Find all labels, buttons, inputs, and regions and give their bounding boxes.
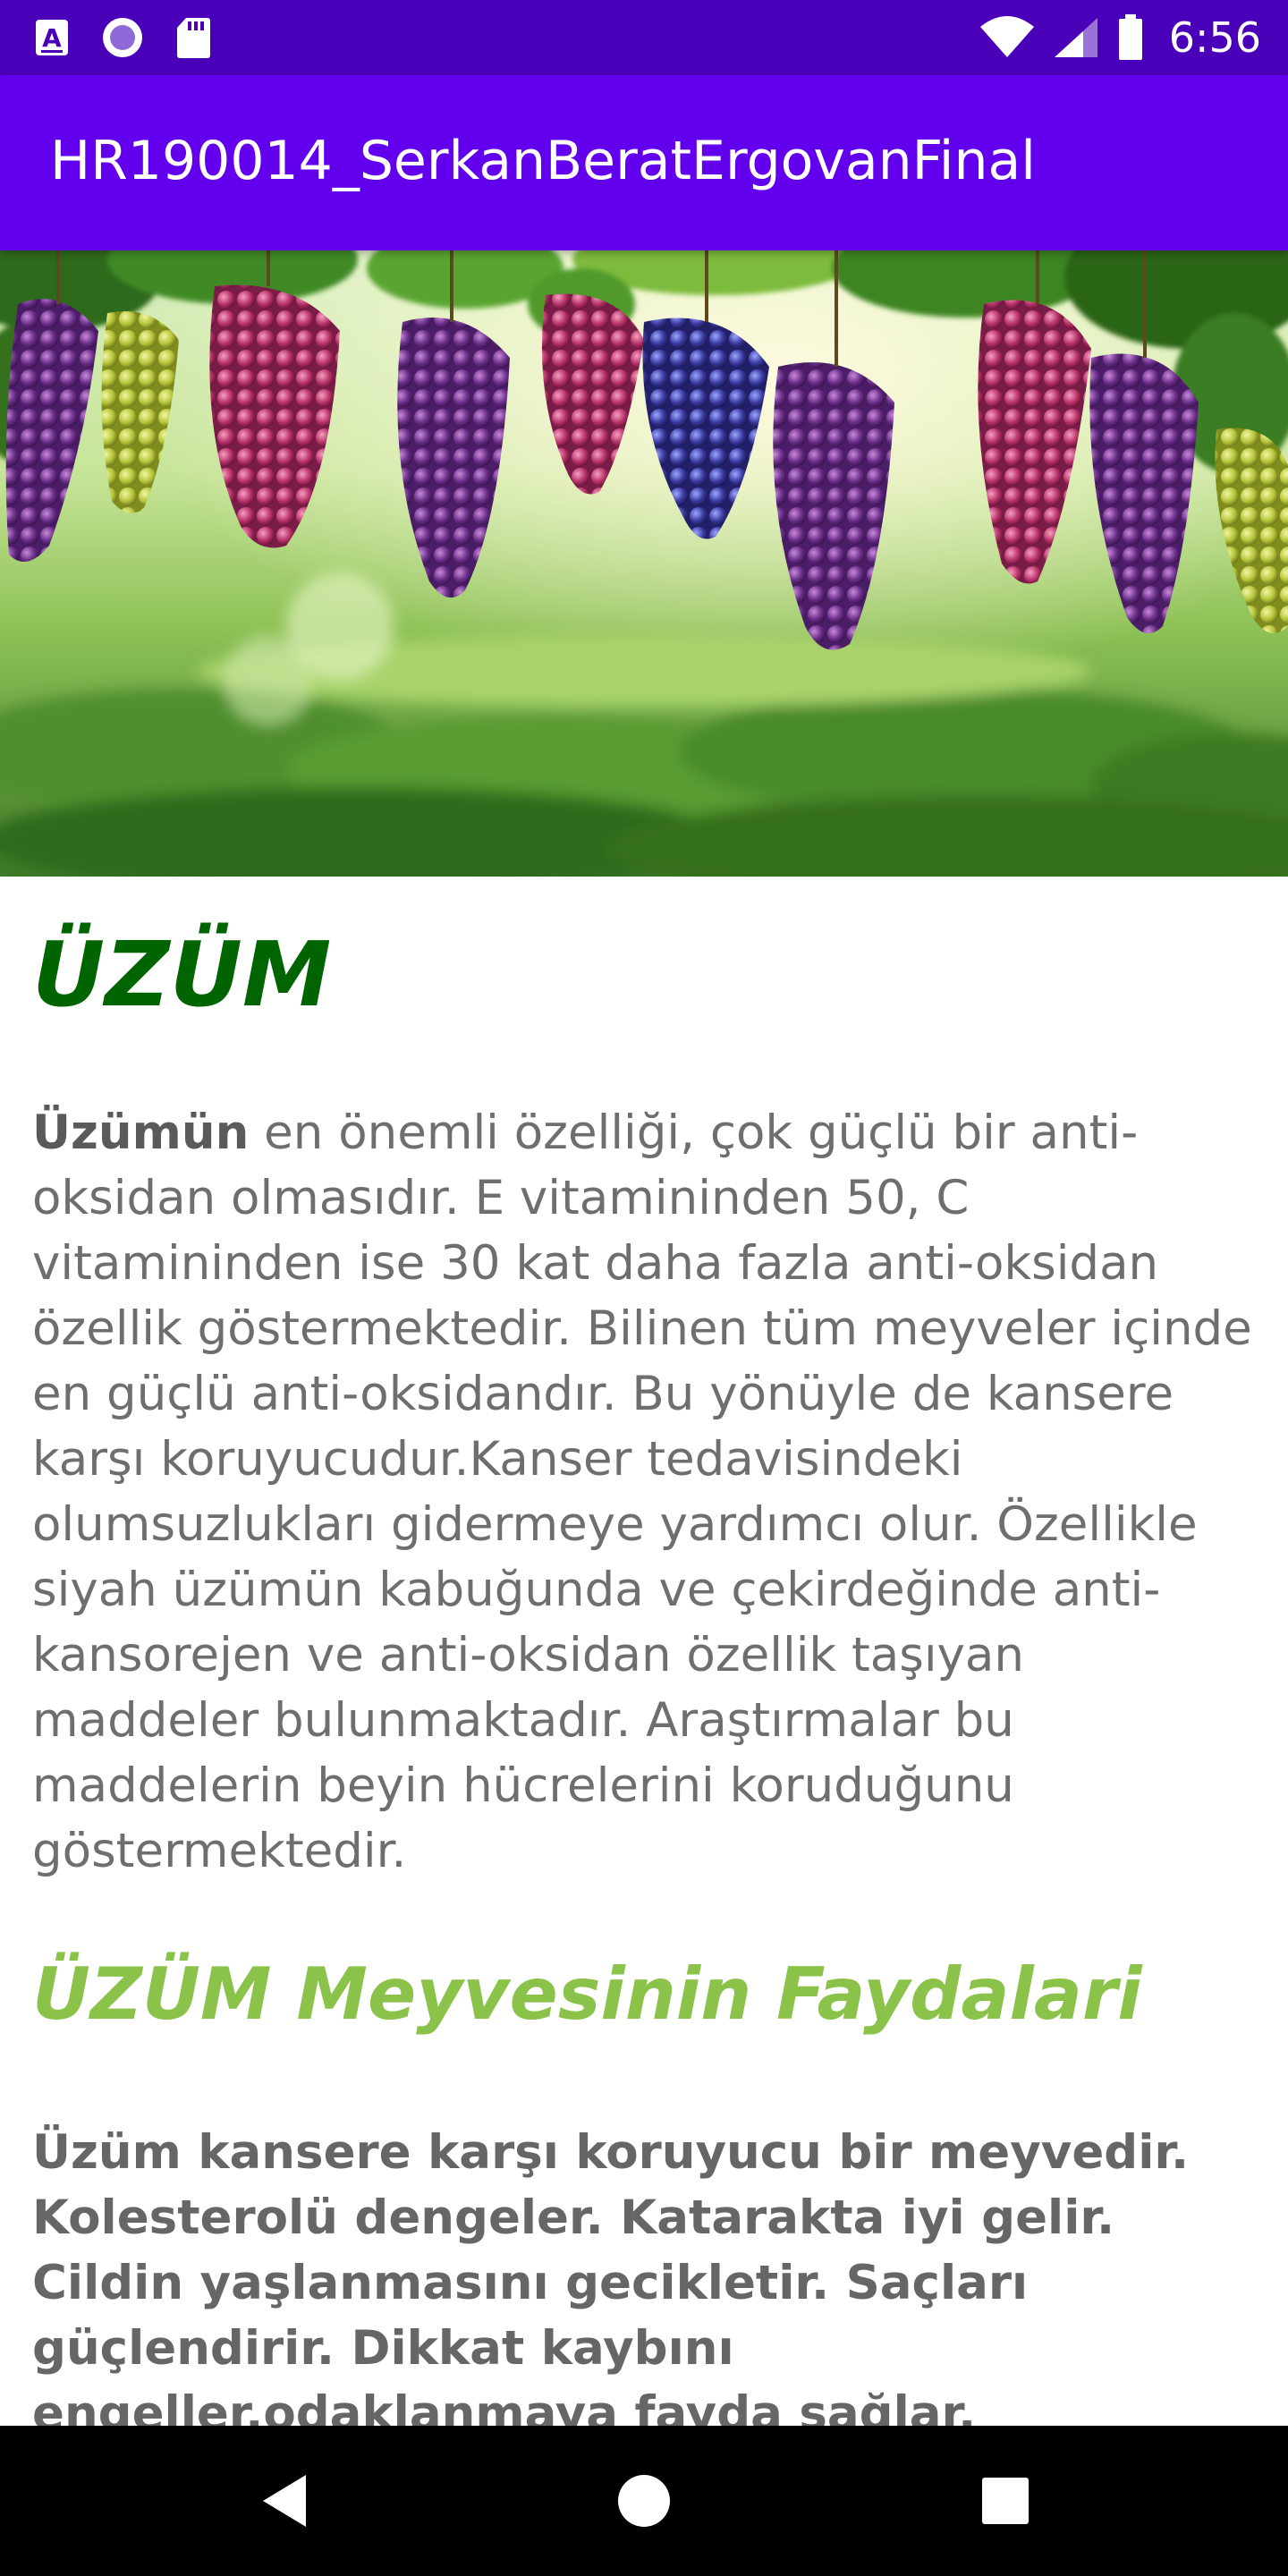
cell-signal-icon [1054, 18, 1097, 57]
wifi-icon [979, 16, 1034, 57]
circle-record-icon [103, 18, 142, 57]
svg-text:A: A [42, 23, 62, 53]
intro-text: en önemli özelliği, çok güçlü bir anti-o… [32, 1106, 1252, 1878]
a-accessibility-icon: A [36, 20, 68, 55]
notification-icons: A [34, 14, 211, 61]
benefits-paragraph: Üzüm kansere karşı koruyucu bir meyvedir… [32, 2125, 1190, 2441]
back-icon [263, 2475, 306, 2527]
intro-paragraph: Üzümün en önemli özelliği, çok güçlü bir… [32, 1100, 1258, 1884]
system-icons: 6:56 [979, 9, 1261, 66]
sd-card-icon [177, 18, 210, 58]
page-title: ÜZÜM [32, 922, 332, 1027]
back-button[interactable] [249, 2465, 320, 2537]
home-icon [618, 2475, 670, 2527]
screen: A 6:56 HR190014_SerkanBeratErgovanFinal … [0, 0, 1288, 2576]
status-bar: A 6:56 [0, 0, 1288, 75]
recents-button[interactable] [970, 2465, 1041, 2537]
clock: 6:56 [1168, 13, 1261, 62]
app-title: HR190014_SerkanBeratErgovanFinal [50, 130, 1036, 192]
home-button[interactable] [608, 2465, 680, 2537]
intro-bold-word: Üzümün [32, 1106, 250, 1160]
battery-icon [1118, 14, 1142, 60]
navigation-bar [0, 2426, 1288, 2576]
grapes-vineyard-image [0, 250, 1288, 877]
app-bar: HR190014_SerkanBeratErgovanFinal [0, 75, 1288, 250]
recents-icon [982, 2478, 1029, 2524]
benefits-title: ÜZÜM Meyvesinin Faydalari [32, 1953, 1142, 2036]
